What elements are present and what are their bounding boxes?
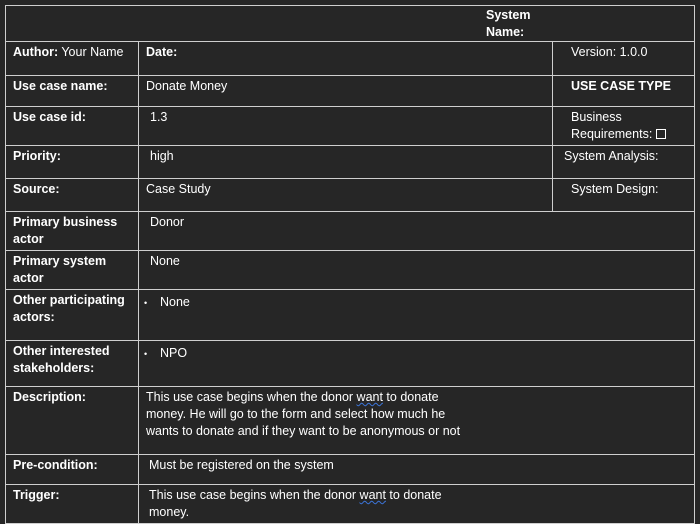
- use-case-id-value: 1.3: [138, 106, 553, 146]
- system-name-cell: System Name:: [4, 5, 696, 42]
- other-interested-label: Other interested stakeholders:: [5, 340, 139, 387]
- author-value: Your Name: [58, 45, 124, 59]
- description-pre: This use case begins when the donor: [146, 390, 357, 404]
- description-label: Description:: [5, 386, 139, 455]
- primary-system-actor-value: None: [137, 250, 696, 290]
- description-cell: This use case begins when the donor want…: [137, 386, 696, 455]
- spellcheck-word: want: [356, 390, 383, 404]
- use-case-id-label: Use case id:: [5, 106, 139, 146]
- spellcheck-word: want: [359, 488, 386, 502]
- other-participating-cell: None: [137, 289, 696, 341]
- trigger-pre: This use case begins when the donor: [149, 488, 360, 502]
- system-analysis-label: System Analysis:: [551, 145, 696, 179]
- trigger-text: This use case begins when the donor want…: [146, 487, 479, 521]
- author-cell: Author: Your Name: [5, 41, 139, 76]
- priority-label: Priority:: [5, 145, 139, 179]
- use-case-type-label: USE CASE TYPE: [551, 75, 696, 107]
- use-case-name-label: Use case name:: [5, 75, 139, 107]
- author-label: Author:: [13, 45, 59, 59]
- primary-business-actor-label: Primary business actor: [5, 211, 139, 251]
- source-label: Source:: [5, 178, 139, 212]
- use-case-table: System Name: Author: Your Name Date: Ver…: [4, 5, 696, 524]
- business-requirements-cell: Business Requirements:: [551, 106, 696, 146]
- version-label: Version: 1.0.0: [551, 41, 696, 76]
- precondition-label: Pre-condition:: [5, 454, 139, 485]
- trigger-cell: This use case begins when the donor want…: [137, 484, 696, 524]
- description-text: This use case begins when the donor want…: [146, 389, 476, 440]
- list-item: NPO: [150, 346, 187, 360]
- date-label: Date:: [138, 41, 553, 76]
- other-participating-label: Other participating actors:: [5, 289, 139, 341]
- source-value: Case Study: [138, 178, 553, 212]
- business-requirements-label: Business Requirements:: [571, 110, 653, 141]
- trigger-label: Trigger:: [5, 484, 139, 524]
- system-design-label: System Design:: [551, 178, 696, 212]
- primary-system-actor-label: Primary system actor: [5, 250, 139, 290]
- precondition-value: Must be registered on the system: [137, 454, 696, 485]
- primary-business-actor-value: Donor: [137, 211, 696, 251]
- system-name-label: System Name:: [486, 8, 531, 39]
- other-interested-cell: NPO: [137, 340, 696, 387]
- priority-value: high: [138, 145, 553, 179]
- checkbox-icon[interactable]: [656, 129, 667, 139]
- use-case-name-value: Donate Money: [138, 75, 553, 107]
- list-item: None: [150, 295, 190, 309]
